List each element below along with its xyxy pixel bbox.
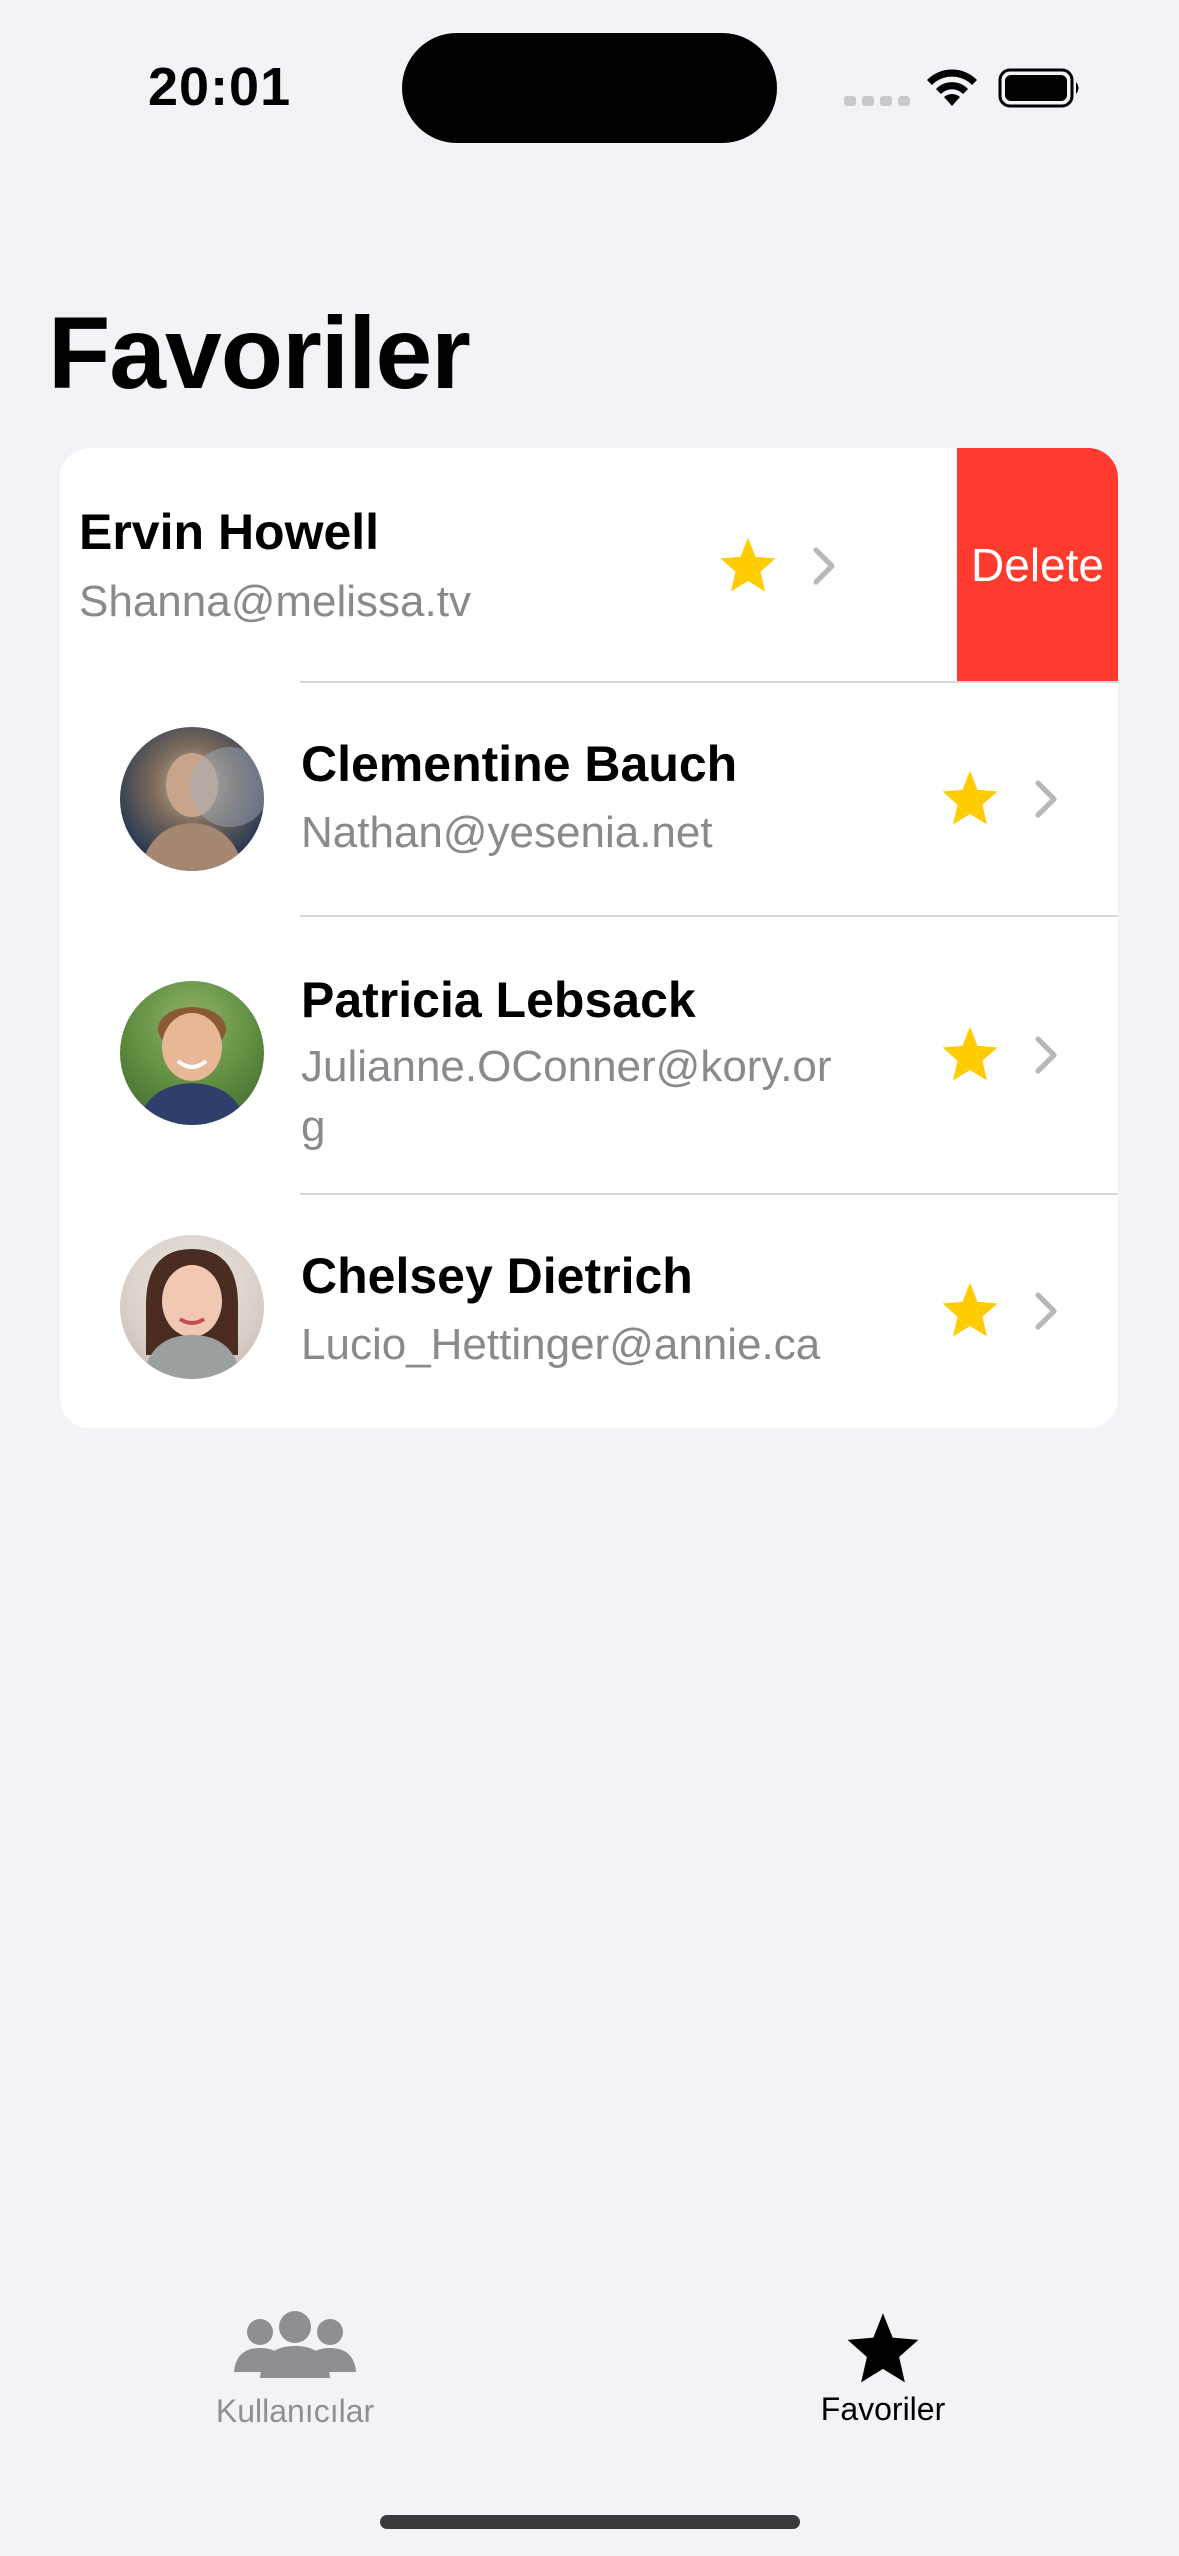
user-name: Ervin Howell xyxy=(79,504,380,560)
star-icon[interactable] xyxy=(940,768,1000,826)
user-email: Shanna@melissa.tv xyxy=(79,577,471,626)
avatar xyxy=(120,1235,264,1379)
list-item[interactable]: Chelsey Dietrich Lucio_Hettinger@annie.c… xyxy=(60,1195,1118,1428)
list-item[interactable]: Patricia Lebsack Julianne.OConner@kory.o… xyxy=(60,917,1118,1193)
status-time: 20:01 xyxy=(148,57,292,117)
user-name: Clementine Bauch xyxy=(301,736,738,792)
tab-favorites[interactable]: Favoriler xyxy=(733,2310,1033,2428)
people-icon xyxy=(234,2311,356,2378)
chevron-right-icon xyxy=(1035,1036,1057,1074)
favorites-list: Ervin Howell Shanna@melissa.tv Delete Cl… xyxy=(60,448,1118,1428)
page-title: Favoriler xyxy=(48,296,471,410)
list-item[interactable]: Clementine Bauch Nathan@yesenia.net xyxy=(60,683,1118,915)
list-item[interactable]: Ervin Howell Shanna@melissa.tv Delete xyxy=(60,448,1118,682)
user-name: Chelsey Dietrich xyxy=(301,1248,693,1304)
tab-label: Kullanıcılar xyxy=(215,2393,375,2429)
tab-users[interactable]: Kullanıcılar xyxy=(145,2310,445,2430)
star-icon[interactable] xyxy=(940,1280,1000,1338)
star-icon[interactable] xyxy=(718,535,778,593)
home-indicator[interactable] xyxy=(380,2515,800,2529)
avatar xyxy=(120,981,264,1125)
user-email: Nathan@yesenia.net xyxy=(301,808,713,857)
user-email: Julianne.OConner@kory.org xyxy=(301,1042,832,1151)
cellular-signal-icon xyxy=(844,96,910,106)
star-icon[interactable] xyxy=(940,1024,1000,1082)
avatar xyxy=(120,727,264,871)
delete-button[interactable]: Delete xyxy=(957,448,1118,682)
tab-label: Favoriler xyxy=(820,2391,946,2427)
chevron-right-icon xyxy=(1035,1292,1057,1330)
battery-icon xyxy=(998,68,1079,108)
star-icon xyxy=(847,2313,919,2383)
dynamic-island xyxy=(402,33,777,143)
wifi-icon xyxy=(927,69,977,106)
chevron-right-icon xyxy=(813,547,835,585)
chevron-right-icon xyxy=(1035,780,1057,818)
user-email: Lucio_Hettinger@annie.ca xyxy=(301,1320,821,1369)
user-name: Patricia Lebsack xyxy=(301,972,696,1028)
